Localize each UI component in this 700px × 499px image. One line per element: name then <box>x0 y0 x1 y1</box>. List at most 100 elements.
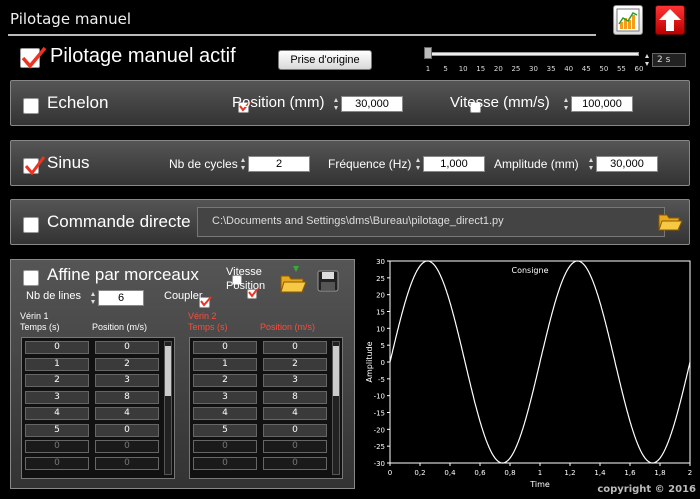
actif-label: Pilotage manuel actif <box>50 45 236 67</box>
lines-label: Nb de lines <box>26 290 82 302</box>
exit-button[interactable] <box>655 5 685 35</box>
verin1-cell[interactable]: 0 <box>25 440 89 453</box>
verin1-cell[interactable]: 3 <box>95 374 159 387</box>
verin2-cell[interactable]: 4 <box>193 407 257 420</box>
consigne-chart: 302520151050-5-10-15-20-25-300 0,2 0,4 0,6 0… <box>365 258 692 489</box>
duration-value[interactable]: 2 s <box>652 53 686 67</box>
verin2-cell[interactable]: 3 <box>263 374 327 387</box>
position-label: Position (mm) <box>232 94 325 111</box>
slider-tick-label: 45 <box>581 65 591 73</box>
verin2-scrollbar[interactable] <box>332 341 340 475</box>
verin1-cell[interactable]: 0 <box>95 440 159 453</box>
chart-button[interactable] <box>613 5 643 35</box>
y-tick-label: -15 <box>374 410 385 418</box>
slider-tick-label: 15 <box>476 65 486 73</box>
x-tick-label: 0,8 <box>504 469 515 477</box>
sinus-title: Sinus <box>47 153 90 172</box>
verin2-cell[interactable]: 3 <box>193 390 257 404</box>
folder-open-icon <box>280 266 307 293</box>
verin2-cell[interactable]: 0 <box>193 456 257 470</box>
y-tick-label: -10 <box>374 393 385 401</box>
verin1-cell[interactable]: 2 <box>95 357 159 371</box>
verin2-cell[interactable]: 2 <box>263 357 327 371</box>
vitesse-input[interactable]: 100,000 <box>571 96 633 112</box>
x-tick-label: 0,2 <box>414 469 425 477</box>
position-input[interactable]: 30,000 <box>341 96 403 112</box>
actif-checkbox[interactable] <box>20 46 47 69</box>
frequence-input[interactable]: 1,000 <box>423 156 485 172</box>
verin1-col-position: Position (m/s) <box>92 322 148 332</box>
amplitude-input[interactable]: 30,000 <box>596 156 658 172</box>
slider-handle[interactable] <box>424 47 432 59</box>
verin1-cell[interactable]: 4 <box>95 407 159 420</box>
verin1-scrollbar[interactable] <box>164 341 172 475</box>
y-tick-label: 15 <box>376 309 385 317</box>
commande-checkbox[interactable] <box>23 216 39 233</box>
arrow-up-icon <box>659 9 681 31</box>
duration-stepper[interactable] <box>645 53 651 67</box>
affine-checkbox[interactable] <box>23 269 39 286</box>
verin1-cell[interactable]: 0 <box>95 456 159 470</box>
frequence-stepper[interactable] <box>416 157 421 171</box>
sinus-checkbox[interactable] <box>23 155 46 175</box>
prise-origine-button[interactable]: Prise d'origine <box>278 50 372 70</box>
verin2-cell[interactable]: 8 <box>263 390 327 404</box>
duration-slider[interactable] <box>428 52 639 56</box>
slider-tick-label: 35 <box>546 65 556 73</box>
verin2-cell[interactable]: 0 <box>263 341 327 354</box>
cycles-input[interactable]: 2 <box>248 156 310 172</box>
verin1-cell[interactable]: 0 <box>25 341 89 354</box>
verin2-cell[interactable]: 2 <box>193 374 257 387</box>
y-tick-label: 10 <box>376 325 385 333</box>
vitesse-stepper[interactable] <box>564 97 569 111</box>
verin1-cell[interactable]: 0 <box>95 423 159 437</box>
verin1-col-temps: Temps (s) <box>20 322 60 332</box>
slider-tick-label: 20 <box>493 65 503 73</box>
y-tick-label: -20 <box>374 426 385 434</box>
verin2-cell[interactable]: 0 <box>263 423 327 437</box>
floppy-icon <box>317 270 339 292</box>
slider-tick-label: 55 <box>616 65 626 73</box>
x-tick-label: 1,6 <box>624 469 636 477</box>
lines-stepper[interactable] <box>91 291 96 305</box>
verin2-scroll-thumb[interactable] <box>333 346 339 396</box>
affine-title: Affine par morceaux <box>47 265 199 284</box>
verin2-cell[interactable]: 5 <box>193 423 257 437</box>
cycles-label: Nb de cycles <box>169 157 238 171</box>
verin1-cell[interactable]: 4 <box>25 407 89 420</box>
verin2-cell[interactable]: 0 <box>263 440 327 453</box>
cycles-stepper[interactable] <box>241 157 246 171</box>
verin1-cell[interactable]: 0 <box>95 341 159 354</box>
save-button[interactable] <box>317 270 339 296</box>
verin1-cell[interactable]: 1 <box>25 357 89 371</box>
slider-tick-label: 60 <box>634 65 644 73</box>
y-tick-label: -5 <box>378 376 385 384</box>
verin2-cell[interactable]: 1 <box>193 357 257 371</box>
verin1-scroll-thumb[interactable] <box>165 346 171 396</box>
script-path-field[interactable]: C:\Documents and Settings\dms\Bureau\pil… <box>197 207 665 237</box>
x-tick-label: 1,8 <box>654 469 665 477</box>
verin1-cell[interactable]: 2 <box>25 374 89 387</box>
verin2-cell[interactable]: 0 <box>263 456 327 470</box>
verin1-cell[interactable]: 3 <box>25 390 89 404</box>
lines-input[interactable]: 6 <box>98 290 144 306</box>
verin2-cell[interactable]: 4 <box>263 407 327 420</box>
echelon-checkbox[interactable] <box>23 97 39 114</box>
check-icon <box>24 155 46 175</box>
y-tick-label: -25 <box>374 443 385 451</box>
chart-icon <box>616 8 640 32</box>
verin1-cell[interactable]: 0 <box>25 456 89 470</box>
open-folder-button[interactable] <box>657 209 683 237</box>
position-stepper[interactable] <box>334 97 339 111</box>
verin1-cell[interactable]: 8 <box>95 390 159 404</box>
verin1-title: Vérin 1 <box>20 311 49 321</box>
verin2-cell[interactable]: 0 <box>193 440 257 453</box>
verin1-cell[interactable]: 5 <box>25 423 89 437</box>
x-tick-label: 2 <box>688 469 692 477</box>
open-folder-button[interactable] <box>279 264 307 298</box>
amplitude-stepper[interactable] <box>589 157 594 171</box>
verin2-cell[interactable]: 0 <box>193 341 257 354</box>
affine-vitesse-label: Vitesse <box>226 266 262 278</box>
affine-panel: Affine par morceaux Vitesse Position Nb … <box>10 259 355 489</box>
x-tick-label: 1,2 <box>564 469 575 477</box>
